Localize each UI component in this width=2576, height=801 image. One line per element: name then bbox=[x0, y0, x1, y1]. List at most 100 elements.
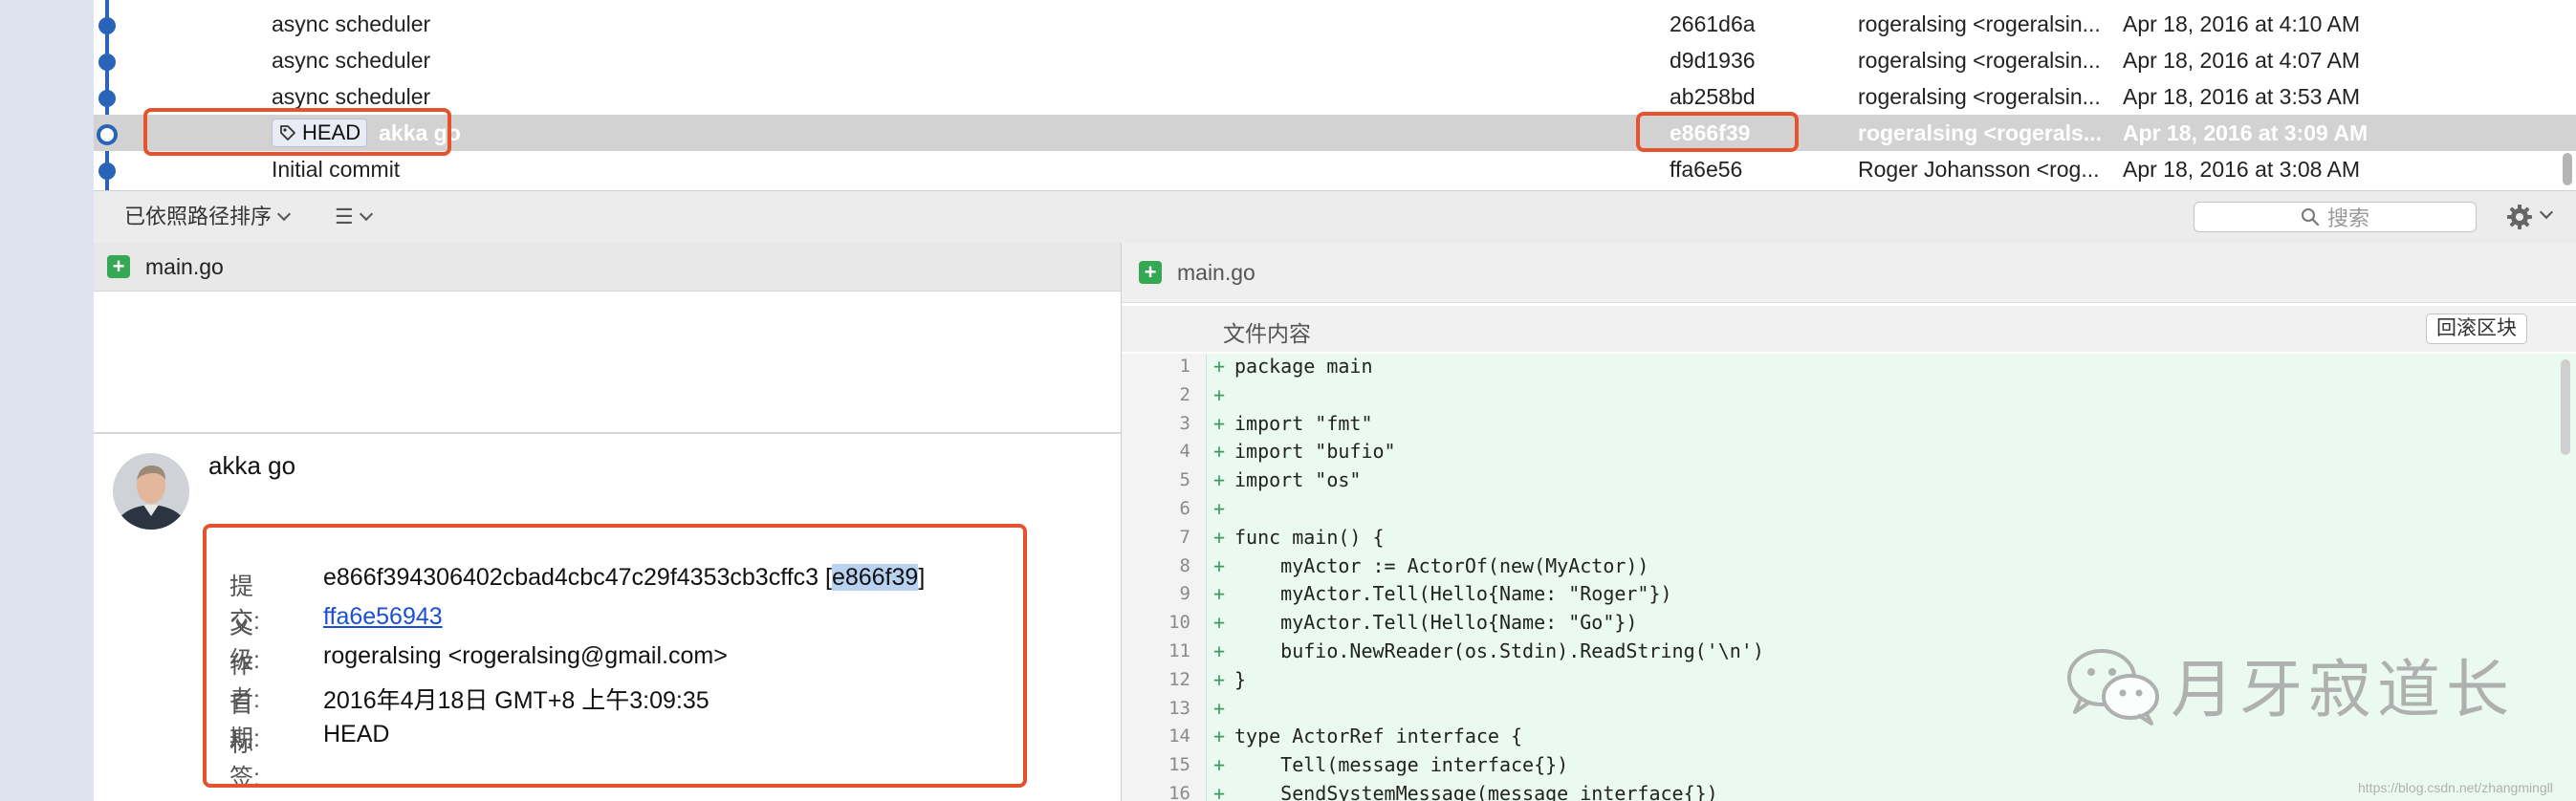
commit-title: akka go bbox=[208, 451, 296, 480]
commit-log: async scheduler 2661d6a rogeralsing <roger… bbox=[94, 0, 2576, 190]
diff-line[interactable]: 9 + myActor.Tell(Hello{Name: "Roger"}) bbox=[1122, 579, 2576, 608]
diff-line[interactable]: 4 + import "bufio" bbox=[1122, 437, 2576, 465]
code-text: Tell(message interface{}) bbox=[1234, 753, 1569, 777]
commit-row[interactable]: HEAD akka go e866f39 rogeralsing <rogerals.… bbox=[94, 115, 2576, 151]
commit-author: Roger Johansson <rog... bbox=[1858, 157, 2100, 182]
line-number: 12 bbox=[1168, 668, 1190, 690]
line-number: 2 bbox=[1179, 383, 1190, 405]
search-placeholder: 搜索 bbox=[2326, 206, 2369, 230]
list-icon: ☰ bbox=[335, 205, 354, 228]
code-text: import "os" bbox=[1234, 468, 1362, 492]
diff-line[interactable]: 10 + myActor.Tell(Hello{Name: "Go"}) bbox=[1122, 608, 2576, 637]
added-marker: + bbox=[1213, 753, 1226, 777]
commit-author: rogeralsing <rogeralsin... bbox=[1858, 11, 2101, 36]
commit-message: async scheduler bbox=[272, 84, 431, 109]
code-text: SendSystemMessage(message interface{}) bbox=[1234, 782, 1718, 801]
diff-line[interactable]: 6 + bbox=[1122, 494, 2576, 523]
added-marker: + bbox=[1213, 355, 1226, 378]
search-input[interactable]: 搜索 bbox=[2194, 202, 2477, 232]
commit-message-cell: HEAD akka go bbox=[272, 115, 1706, 151]
diff-line[interactable]: 5 + import "os" bbox=[1122, 465, 2576, 494]
added-marker: + bbox=[1213, 611, 1226, 635]
commit-message: Initial commit bbox=[272, 157, 401, 182]
diff-line[interactable]: 3 + import "fmt" bbox=[1122, 409, 2576, 438]
watermark-text: 月牙寂道长 bbox=[2171, 653, 2515, 726]
pane-divider[interactable] bbox=[94, 432, 1121, 434]
code-text: import "fmt" bbox=[1234, 411, 1373, 435]
commit-message-cell: async scheduler bbox=[272, 78, 1706, 115]
added-marker: + bbox=[1213, 782, 1226, 801]
diff-scrollbar[interactable] bbox=[2561, 359, 2570, 455]
code-text: func main() { bbox=[1234, 525, 1385, 549]
line-number: 1 bbox=[1179, 356, 1190, 377]
tag-badge[interactable]: HEAD bbox=[272, 119, 368, 147]
commit-date: Apr 18, 2016 at 3:09 AM bbox=[2123, 120, 2369, 145]
line-number: 10 bbox=[1168, 612, 1190, 634]
added-marker: + bbox=[1213, 440, 1226, 464]
file-toolbar: 已依照路径排序 ☰ 搜索 bbox=[94, 190, 2576, 244]
commit-author: rogeralsing <rogerals... bbox=[1858, 120, 2103, 145]
commit-hash: 2661d6a bbox=[1670, 11, 1756, 36]
view-mode-dropdown[interactable]: ☰ bbox=[335, 191, 373, 243]
code-text: import "bufio" bbox=[1234, 440, 1396, 464]
watermark-logo: 月牙寂道长 bbox=[2060, 639, 2515, 730]
settings-dropdown[interactable] bbox=[2505, 203, 2554, 231]
diff-file-name: main.go bbox=[1177, 259, 1255, 285]
commit-graph-node bbox=[98, 162, 116, 180]
diff-line[interactable]: 1 + package main bbox=[1122, 354, 2576, 380]
line-number: 11 bbox=[1168, 640, 1190, 661]
code-text: myActor.Tell(Hello{Name: "Go"}) bbox=[1234, 611, 1638, 635]
line-number: 4 bbox=[1179, 441, 1190, 463]
commit-row[interactable]: async scheduler 2661d6a rogeralsing <roger… bbox=[94, 6, 2576, 42]
commit-graph-node bbox=[98, 17, 116, 34]
file-added-icon: + bbox=[107, 255, 130, 278]
log-scrollbar[interactable] bbox=[2563, 153, 2572, 185]
commit-row[interactable]: async scheduler d9d1936 rogeralsing <roger… bbox=[94, 42, 2576, 78]
commit-message: akka go bbox=[379, 120, 461, 145]
hunk-header: 文件内容 回滚区块 bbox=[1122, 306, 2576, 352]
added-marker: + bbox=[1213, 468, 1226, 492]
watermark-url: https://blog.csdn.net/zhangmingll bbox=[2358, 780, 2553, 795]
chevron-down-icon bbox=[2539, 205, 2554, 220]
added-marker: + bbox=[1213, 696, 1226, 720]
line-number: 6 bbox=[1179, 498, 1190, 519]
sort-dropdown[interactable]: 已依照路径排序 bbox=[124, 191, 292, 243]
diff-line[interactable]: 2 + bbox=[1122, 380, 2576, 409]
changed-file-item[interactable]: + main.go bbox=[94, 243, 1121, 292]
commit-hash-value[interactable]: e866f394306402cbad4cbc47c29f4353cb3cffc3… bbox=[323, 564, 925, 592]
added-marker: + bbox=[1213, 667, 1226, 691]
parent-link[interactable]: ffa6e56943 bbox=[323, 603, 443, 631]
code-text: package main bbox=[1234, 355, 1373, 378]
changed-file-name: main.go bbox=[145, 253, 224, 279]
gear-icon bbox=[2507, 205, 2532, 229]
tags-label: 标签: bbox=[229, 730, 260, 791]
tags-value: HEAD bbox=[323, 721, 390, 747]
author-value: rogeralsing <rogeralsing@gmail.com> bbox=[323, 642, 728, 669]
date-value: 2016年4月18日 GMT+8 上午3:09:35 bbox=[323, 687, 709, 714]
sort-dropdown-label: 已依照路径排序 bbox=[124, 205, 273, 228]
commit-graph-node bbox=[98, 54, 116, 71]
diff-line[interactable]: 15 + Tell(message interface{}) bbox=[1122, 750, 2576, 779]
commit-details-pane: + main.go akka go 提交: e866f394306402cbad… bbox=[94, 243, 1122, 801]
line-number: 7 bbox=[1179, 526, 1190, 548]
commit-row[interactable]: async scheduler ab258bd rogeralsing <roger… bbox=[94, 78, 2576, 115]
author-avatar bbox=[113, 453, 189, 530]
added-marker: + bbox=[1213, 411, 1226, 435]
commit-message-cell: async scheduler bbox=[272, 6, 1706, 42]
line-number: 5 bbox=[1179, 469, 1190, 491]
search-icon bbox=[2301, 208, 2320, 227]
added-marker: + bbox=[1213, 497, 1226, 520]
code-text: type ActorRef interface { bbox=[1234, 725, 1523, 748]
revert-hunk-button[interactable]: 回滚区块 bbox=[2426, 314, 2527, 344]
code-text: bufio.NewReader(os.Stdin).ReadString('\n… bbox=[1234, 639, 1764, 662]
diff-line[interactable]: 7 + func main() { bbox=[1122, 523, 2576, 552]
line-number: 16 bbox=[1168, 783, 1190, 801]
commit-hash-short: e866f39 bbox=[831, 564, 919, 591]
file-added-icon: + bbox=[1139, 261, 1162, 284]
diff-line[interactable]: 8 + myActor := ActorOf(new(MyActor)) bbox=[1122, 552, 2576, 580]
commit-row[interactable]: Initial commit ffa6e56 Roger Johansson <ro… bbox=[94, 151, 2576, 187]
diff-code-view[interactable]: 1 + package main 2 +3 + import "fmt" 4 + import "… bbox=[1122, 354, 2576, 801]
chevron-down-icon bbox=[276, 206, 292, 222]
diff-file-header: + main.go bbox=[1122, 243, 2576, 303]
commit-graph-node bbox=[97, 124, 118, 145]
